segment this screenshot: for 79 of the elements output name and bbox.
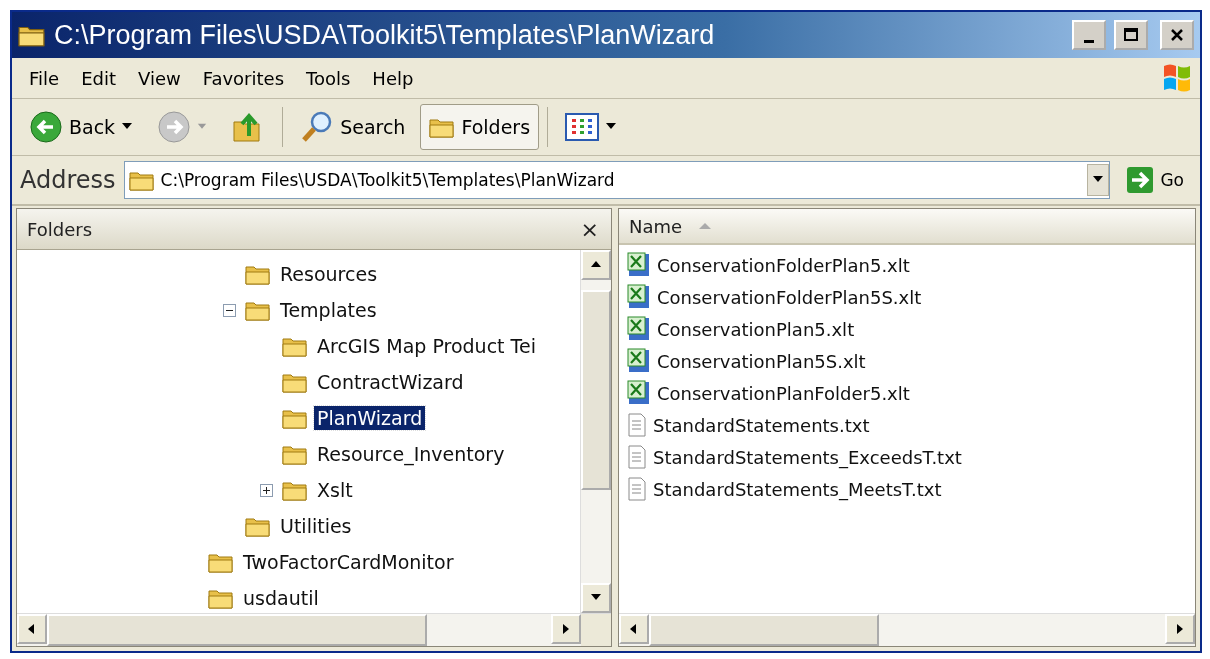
horizontal-scrollbar[interactable] xyxy=(619,613,1195,646)
file-name[interactable]: ConservationFolderPlan5.xlt xyxy=(657,254,910,276)
expand-toggle[interactable] xyxy=(259,483,273,497)
folder-icon xyxy=(282,371,308,393)
scroll-down-button[interactable] xyxy=(581,583,611,613)
address-label: Address xyxy=(20,166,116,194)
folder-icon xyxy=(282,407,308,429)
spreadsheet-icon xyxy=(627,348,651,374)
minus-icon xyxy=(225,309,233,311)
scrollbar-thumb[interactable] xyxy=(649,614,879,646)
folder-icon xyxy=(208,587,234,609)
folder-item[interactable]: Resources xyxy=(277,262,381,286)
close-pane-button[interactable]: × xyxy=(578,216,601,242)
folder-item[interactable]: Templates xyxy=(277,298,380,322)
folder-icon xyxy=(208,551,234,573)
file-name[interactable]: StandardStatements_MeetsT.txt xyxy=(653,478,942,500)
file-name[interactable]: ConservationPlan5.xlt xyxy=(657,318,855,340)
menu-item[interactable]: Help xyxy=(361,63,425,93)
close-icon xyxy=(1169,27,1185,43)
folder-item[interactable]: PlanWizard xyxy=(314,406,426,430)
file-name[interactable]: ConservationPlanFolder5.xlt xyxy=(657,382,910,404)
folder-item[interactable]: ContractWizard xyxy=(314,370,467,394)
folder-icon xyxy=(429,116,456,138)
file-name[interactable]: StandardStatements_ExceedsT.txt xyxy=(653,446,962,468)
folder-icon xyxy=(282,335,308,357)
vertical-scrollbar[interactable] xyxy=(580,250,611,613)
folder-item[interactable]: Xslt xyxy=(314,478,356,502)
window-title: C:\Program Files\USDA\Toolkit5\Templates\PlanWizard xyxy=(54,19,716,51)
folder-item[interactable]: Resource_Inventory xyxy=(314,442,508,466)
maximize-icon xyxy=(1123,27,1139,43)
horizontal-scrollbar[interactable] xyxy=(17,613,611,646)
menu-item[interactable]: File xyxy=(18,63,71,93)
view-grid-icon xyxy=(565,113,600,141)
text-file-icon xyxy=(627,412,647,438)
scroll-right-button[interactable] xyxy=(1165,614,1195,644)
plus-icon xyxy=(262,486,270,494)
folder-icon xyxy=(245,299,271,321)
folder-item[interactable]: Utilities xyxy=(277,514,355,538)
pane-title: Folders xyxy=(27,218,92,240)
file-name[interactable]: ConservationPlan5S.xlt xyxy=(657,350,866,372)
folder-icon xyxy=(245,263,271,285)
back-button[interactable]: Back xyxy=(20,104,143,150)
folder-icon xyxy=(128,169,155,191)
folder-item[interactable]: usdautil xyxy=(240,586,322,610)
folder-icon xyxy=(282,479,308,501)
menu-item[interactable]: View xyxy=(127,63,192,93)
scrollbar-thumb[interactable] xyxy=(581,290,611,490)
column-header[interactable]: Name xyxy=(619,209,1195,245)
file-name[interactable]: StandardStatements.txt xyxy=(653,414,870,436)
dropdown-button[interactable] xyxy=(1087,164,1110,196)
scrollbar-thumb[interactable] xyxy=(47,614,427,646)
scroll-right-button[interactable] xyxy=(551,614,581,644)
go-button[interactable]: Go xyxy=(1118,162,1192,198)
address-field[interactable]: C:\Program Files\USDA\Toolkit5\Templates\PlanWizard xyxy=(123,161,1111,199)
spreadsheet-icon xyxy=(627,252,651,278)
scroll-left-button[interactable] xyxy=(619,614,649,644)
menu-item[interactable]: Edit xyxy=(70,63,127,93)
menu-item[interactable]: Tools xyxy=(295,63,362,93)
folder-icon xyxy=(245,515,271,537)
close-button[interactable] xyxy=(1160,20,1194,50)
file-name[interactable]: ConservationFolderPlan5S.xlt xyxy=(657,286,922,308)
menu-item[interactable]: Favorites xyxy=(191,63,295,93)
scroll-left-button[interactable] xyxy=(17,614,47,644)
folder-item[interactable]: ArcGIS Map Product Tei xyxy=(314,334,539,358)
search-button[interactable]: Search xyxy=(291,104,415,150)
folders-button[interactable]: Folders xyxy=(420,104,540,150)
text-file-icon xyxy=(627,444,647,470)
folder-icon xyxy=(282,443,308,465)
minimize-icon xyxy=(1084,39,1094,43)
minimize-button[interactable] xyxy=(1072,20,1106,50)
expand-toggle[interactable] xyxy=(222,303,236,317)
spreadsheet-icon xyxy=(627,380,651,406)
text-file-icon xyxy=(627,476,647,502)
maximize-button[interactable] xyxy=(1114,20,1148,50)
scroll-up-button[interactable] xyxy=(581,250,611,280)
folder-item[interactable]: TwoFactorCardMonitor xyxy=(240,550,457,574)
spreadsheet-icon xyxy=(627,316,651,342)
spreadsheet-icon xyxy=(627,284,651,310)
scrollbar-corner xyxy=(581,614,611,646)
